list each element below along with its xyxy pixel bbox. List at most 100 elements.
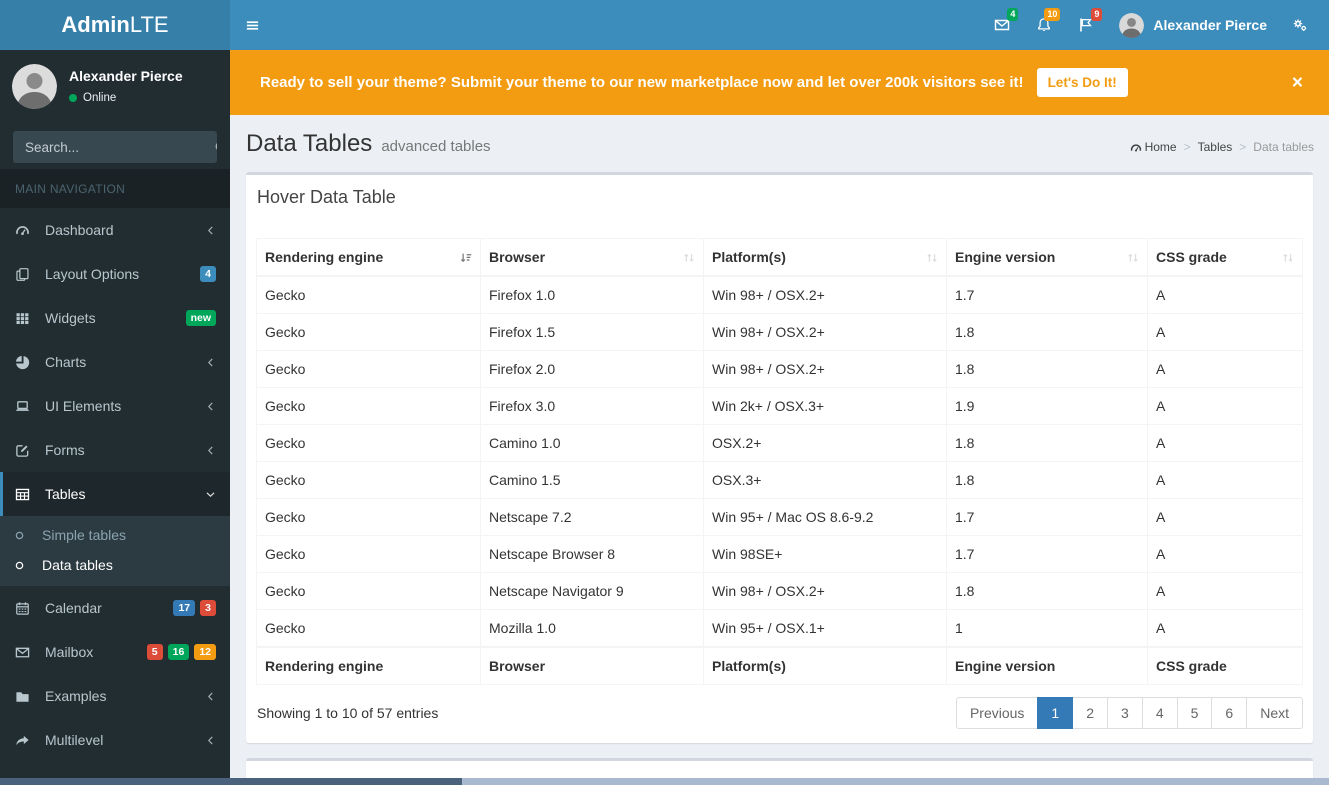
control-sidebar-toggle[interactable] xyxy=(1279,0,1321,50)
grid-icon xyxy=(16,312,29,324)
sidebar: Alexander Pierce Online MAIN NAVIGATION … xyxy=(0,50,230,785)
content-wrapper: Ready to sell your theme? Submit your th… xyxy=(230,0,1329,785)
previous-page-button[interactable]: Previous xyxy=(955,697,1039,729)
scrollbar-thumb[interactable] xyxy=(0,778,462,785)
table-cell: 1.8 xyxy=(946,350,1148,388)
banner-close-icon[interactable]: × xyxy=(1292,73,1303,92)
sidebar-item-multilevel[interactable]: Multilevel xyxy=(0,718,230,762)
sidebar-item-mailbox[interactable]: Mailbox 5 16 12 xyxy=(0,630,230,674)
sort-both-icon xyxy=(1283,254,1293,262)
page-subtitle: advanced tables xyxy=(381,138,491,155)
footer-header: Platform(s) xyxy=(703,646,947,685)
table-cell: A xyxy=(1147,572,1303,610)
table-cell: Netscape 7.2 xyxy=(480,498,704,536)
table-cell: 1.8 xyxy=(946,572,1148,610)
sidebar-item-label: Data tables xyxy=(42,557,113,573)
sidebar-item-layout-options[interactable]: Layout Options 4 xyxy=(0,252,230,296)
badge: 17 xyxy=(173,600,196,616)
user-menu[interactable]: Alexander Pierce xyxy=(1107,0,1279,50)
table-cell: Gecko xyxy=(256,350,481,388)
messages-badge: 4 xyxy=(1007,8,1019,21)
footer-header: CSS grade xyxy=(1147,646,1303,685)
sidebar-item-dashboard[interactable]: Dashboard xyxy=(0,208,230,252)
column-header[interactable]: Platform(s) xyxy=(703,238,947,277)
page-button-3[interactable]: 3 xyxy=(1107,697,1143,729)
table-cell: A xyxy=(1147,535,1303,573)
table-row: Gecko Firefox 1.0 Win 98+ / OSX.2+ 1.7 A xyxy=(256,275,1303,314)
table-cell: Win 98+ / OSX.2+ xyxy=(703,572,947,610)
breadcrumb-item[interactable]: Home xyxy=(1130,140,1177,154)
sort-both-icon xyxy=(684,254,694,262)
chevron-left-icon xyxy=(207,402,213,410)
chevron-down-icon xyxy=(206,491,215,497)
edit-icon xyxy=(16,444,29,457)
page-button-2[interactable]: 2 xyxy=(1072,697,1109,729)
sidebar-item-label: Multilevel xyxy=(45,732,104,748)
sidebar-user-name: Alexander Pierce xyxy=(69,68,183,84)
column-header[interactable]: CSS grade xyxy=(1147,238,1303,277)
user-status[interactable]: Online xyxy=(69,92,183,104)
avatar xyxy=(1119,12,1145,38)
badge: 3 xyxy=(200,600,216,616)
notifications-menu[interactable]: 10 xyxy=(1023,0,1065,50)
table-cell: A xyxy=(1147,424,1303,462)
sidebar-item-ui-elements[interactable]: UI Elements xyxy=(0,384,230,428)
avatar xyxy=(12,64,57,109)
files-icon xyxy=(16,267,29,281)
sidebar-item-simple-tables[interactable]: Simple tables xyxy=(0,520,230,550)
tasks-menu[interactable]: 9 xyxy=(1065,0,1107,50)
chevron-left-icon xyxy=(207,736,213,744)
brand-logo[interactable]: AdminLTE xyxy=(0,0,230,50)
table-cell: A xyxy=(1147,498,1303,536)
calendar-icon xyxy=(16,601,29,615)
table-row: Gecko Firefox 1.5 Win 98+ / OSX.2+ 1.8 A xyxy=(256,313,1303,351)
page-button-1[interactable]: 1 xyxy=(1037,697,1074,729)
page-button-6[interactable]: 6 xyxy=(1211,697,1248,729)
table-cell: Win 2k+ / OSX.3+ xyxy=(703,387,947,425)
sidebar-item-data-tables[interactable]: Data tables xyxy=(0,550,230,580)
circle-o-icon xyxy=(15,561,24,569)
sidebar-item-widgets[interactable]: Widgets new xyxy=(0,296,230,340)
sidebar-item-examples[interactable]: Examples xyxy=(0,674,230,718)
sidebar-toggle-button[interactable] xyxy=(230,0,274,50)
page-title: Data Tables xyxy=(246,130,373,157)
table-cell: Netscape Browser 8 xyxy=(480,535,704,573)
next-page-button[interactable]: Next xyxy=(1246,697,1303,729)
table-cell: Win 95+ / OSX.1+ xyxy=(703,609,947,648)
table-cell: Mozilla 1.0 xyxy=(480,609,704,648)
messages-menu[interactable]: 4 xyxy=(981,0,1023,50)
sidebar-item-charts[interactable]: Charts xyxy=(0,340,230,384)
sidebar-item-tables[interactable]: Tables xyxy=(0,472,230,516)
sort-asc-icon xyxy=(460,253,472,263)
chevron-left-icon xyxy=(207,692,213,700)
breadcrumb-item[interactable]: Tables xyxy=(1198,140,1233,154)
pagination: Previous 1 2 3 4 5 6 Next xyxy=(955,697,1303,729)
sort-both-icon xyxy=(927,254,937,262)
share-icon xyxy=(16,735,29,745)
chevron-left-icon xyxy=(207,226,213,234)
search-button[interactable] xyxy=(214,131,217,163)
column-header[interactable]: Engine version xyxy=(946,238,1148,277)
horizontal-scrollbar[interactable] xyxy=(0,778,1329,785)
sidebar-submenu: Simple tables Data tables xyxy=(0,516,230,586)
sidebar-search xyxy=(13,131,217,163)
search-input[interactable] xyxy=(13,131,214,163)
table-cell: 1.8 xyxy=(946,424,1148,462)
table-info: Showing 1 to 10 of 57 entries xyxy=(257,705,439,721)
banner-cta-button[interactable]: Let's Do It! xyxy=(1036,68,1128,97)
column-header[interactable]: Browser xyxy=(480,238,704,277)
dashboard-icon xyxy=(1130,144,1141,152)
table-cell: Gecko xyxy=(256,572,481,610)
sidebar-item-forms[interactable]: Forms xyxy=(0,428,230,472)
table-row: Gecko Firefox 3.0 Win 2k+ / OSX.3+ 1.9 A xyxy=(256,387,1303,425)
hamburger-icon xyxy=(246,20,258,30)
gears-icon xyxy=(1293,19,1307,31)
table-row: Gecko Netscape 7.2 Win 95+ / Mac OS 8.6-9.… xyxy=(256,498,1303,536)
column-header[interactable]: Rendering engine xyxy=(256,238,481,277)
page-button-5[interactable]: 5 xyxy=(1176,697,1213,729)
sidebar-section-header: MAIN NAVIGATION xyxy=(0,169,230,208)
table-cell: A xyxy=(1147,275,1303,314)
sidebar-item-calendar[interactable]: Calendar 17 3 xyxy=(0,586,230,630)
sidebar-item-label: Tables xyxy=(45,486,86,502)
page-button-4[interactable]: 4 xyxy=(1141,697,1178,729)
